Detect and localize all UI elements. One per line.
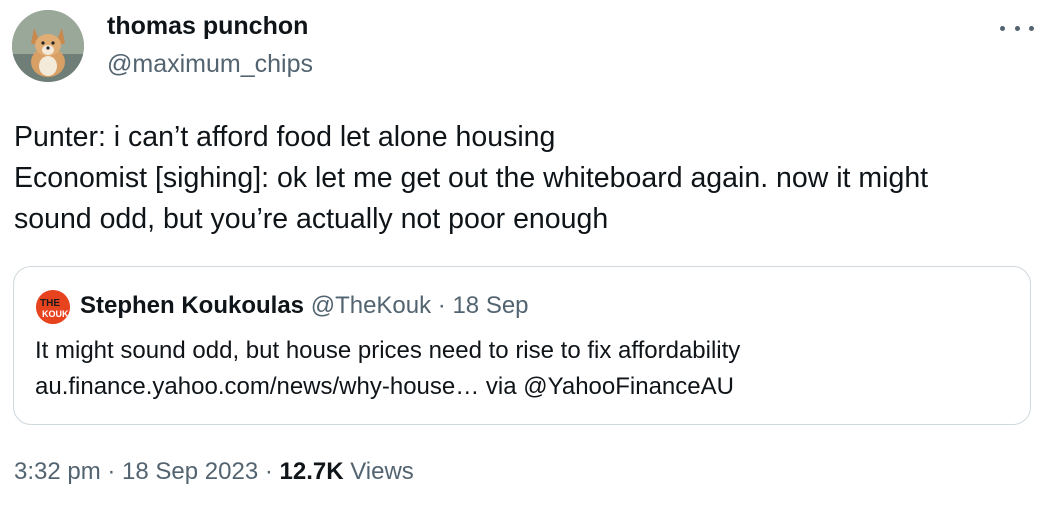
tweet-text-line: sound odd, but you’re actually not poor … <box>14 203 609 235</box>
kouk-logo-icon: THE KOUK <box>36 290 70 324</box>
tweet-text-line: Punter: i can’t afford food let alone ho… <box>14 121 556 153</box>
separator-dot: · <box>100 458 123 485</box>
author-name[interactable]: thomas punchon <box>107 10 308 42</box>
more-options-button[interactable] <box>1000 18 1034 38</box>
author-avatar[interactable] <box>12 10 84 82</box>
quoted-author-avatar[interactable]: THE KOUK <box>36 290 70 324</box>
author-handle[interactable]: @maximum_chips <box>107 48 313 80</box>
tweet-text-line: Economist [sighing]: ok let me get out t… <box>14 162 929 194</box>
quoted-text-line: It might sound odd, but house prices nee… <box>35 337 741 364</box>
quoted-tweet[interactable]: THE KOUK Stephen Koukoulas @TheKouk · 18… <box>13 266 1031 425</box>
svg-text:THE: THE <box>40 298 60 309</box>
tweet-text: Punter: i can’t afford food let alone ho… <box>14 117 1044 240</box>
tweet-date[interactable]: 18 Sep 2023 <box>122 458 258 485</box>
separator-dot: · <box>431 292 453 319</box>
quoted-date[interactable]: 18 Sep <box>452 292 528 319</box>
tweet-time[interactable]: 3:32 pm <box>14 458 101 485</box>
corgi-avatar-image <box>12 10 84 82</box>
more-horizontal-icon <box>1000 25 1005 31</box>
quoted-author-name[interactable]: Stephen Koukoulas <box>80 292 304 319</box>
quoted-header: Stephen Koukoulas @TheKouk · 18 Sep <box>80 291 529 321</box>
tweet-metadata: 3:32 pm · 18 Sep 2023 · 12.7K Views <box>14 456 414 488</box>
quoted-link-line[interactable]: au.finance.yahoo.com/news/why-house… via… <box>35 371 734 403</box>
views-count[interactable]: 12.7K <box>280 458 344 485</box>
views-label: Views <box>350 458 414 485</box>
quoted-author-handle[interactable]: @TheKouk <box>311 292 431 319</box>
separator-dot: · <box>258 458 280 485</box>
svg-text:KOUK: KOUK <box>42 309 69 319</box>
tweet-card: thomas punchon @maximum_chips Punter: i … <box>0 0 1054 518</box>
